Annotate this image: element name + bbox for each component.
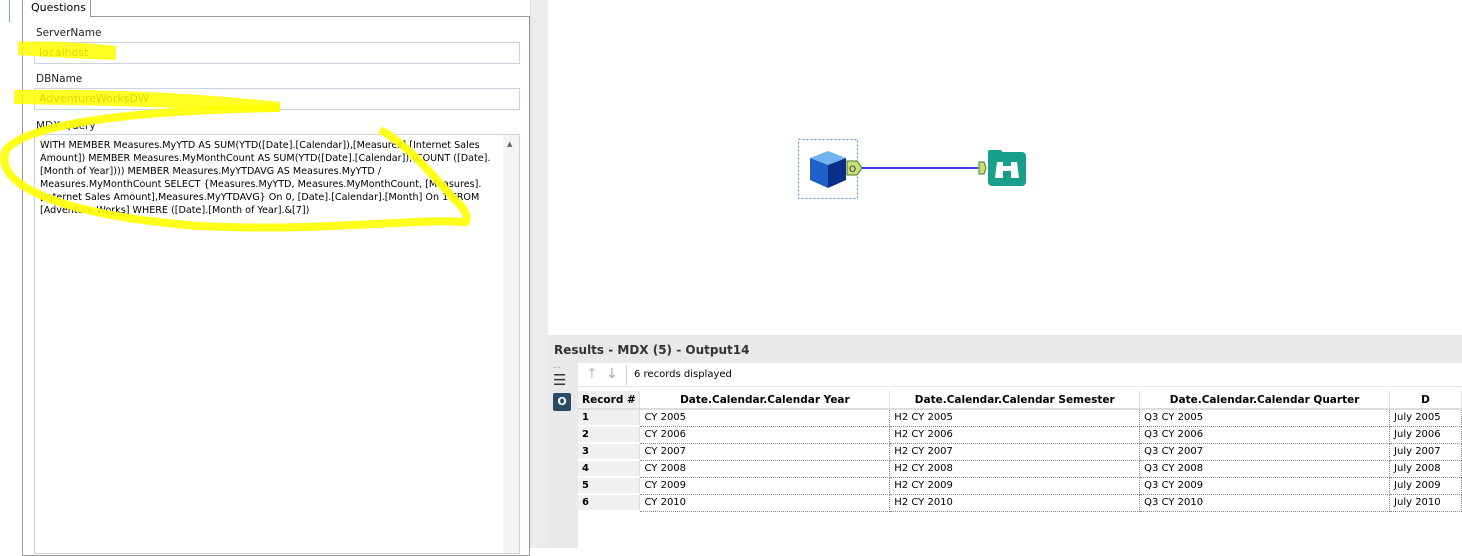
table-row[interactable]: 2 CY 2006 H2 CY 2006 Q3 CY 2006 July 2006 — [578, 426, 1462, 444]
table-row[interactable]: 6 CY 2010 H2 CY 2010 Q3 CY 2010 July 2010 — [578, 494, 1462, 512]
table-cell[interactable]: CY 2009 — [639, 477, 891, 495]
mdx-query-textarea[interactable]: WITH MEMBER Measures.MyYTD AS SUM(YTD([D… — [34, 134, 520, 554]
configuration-pane: Questions ServerName localhost DBName Ad… — [0, 0, 546, 556]
column-header[interactable]: Date.Calendar.Calendar Year — [639, 391, 891, 410]
results-title: Results - MDX (5) - Output14 — [554, 343, 750, 357]
db-name-label: DBName — [36, 73, 83, 85]
record-number-cell[interactable]: 4 — [578, 460, 641, 478]
more-dots-icon[interactable]: ... — [553, 362, 573, 370]
scroll-up-icon[interactable]: ▲ — [507, 138, 512, 151]
record-number-cell[interactable]: 3 — [578, 443, 641, 461]
table-cell[interactable]: CY 2006 — [639, 426, 891, 444]
table-row[interactable]: 4 CY 2008 H2 CY 2008 Q3 CY 2008 July 2008 — [578, 460, 1462, 478]
table-cell[interactable]: July 2010 — [1389, 494, 1462, 512]
table-cell[interactable]: July 2006 — [1389, 426, 1462, 444]
output-anchor-select-icon[interactable]: O — [553, 393, 571, 411]
results-table: Record # Date.Calendar.Calendar Year Dat… — [578, 391, 1462, 512]
divider — [9, 0, 10, 22]
record-number-cell[interactable]: 6 — [578, 494, 641, 512]
table-row[interactable]: 3 CY 2007 H2 CY 2007 Q3 CY 2007 July 2007 — [578, 443, 1462, 461]
table-cell[interactable]: CY 2007 — [639, 443, 891, 461]
column-header[interactable]: Record # — [578, 391, 641, 410]
table-row[interactable]: 5 CY 2009 H2 CY 2009 Q3 CY 2009 July 2009 — [578, 477, 1462, 495]
table-cell[interactable]: Q3 CY 2006 — [1139, 426, 1391, 444]
results-window: Results - MDX (5) - Output14 ... ☰ O ↑ ↓… — [548, 335, 1462, 548]
sort-down-arrow-icon[interactable]: ↓ — [606, 366, 618, 382]
records-count: 6 records displayed — [634, 369, 732, 380]
mdx-query-label: MDX Query — [36, 120, 96, 132]
table-cell[interactable]: July 2007 — [1389, 443, 1462, 461]
table-cell[interactable]: H2 CY 2009 — [889, 477, 1141, 495]
table-cell[interactable]: H2 CY 2008 — [889, 460, 1141, 478]
table-row[interactable]: 1 CY 2005 H2 CY 2005 Q3 CY 2005 July 2005 — [578, 409, 1462, 427]
record-number-cell[interactable]: 5 — [578, 477, 641, 495]
table-cell[interactable]: July 2008 — [1389, 460, 1462, 478]
table-cell[interactable]: CY 2005 — [639, 409, 891, 427]
table-cell[interactable]: CY 2008 — [639, 460, 891, 478]
column-header[interactable]: Date.Calendar.Calendar Semester — [889, 391, 1141, 410]
table-cell[interactable]: Q3 CY 2007 — [1139, 443, 1391, 461]
record-number-cell[interactable]: 1 — [578, 409, 641, 427]
textarea-scrollbar[interactable]: ▲ — [503, 135, 519, 553]
list-view-icon[interactable]: ☰ — [553, 373, 573, 388]
table-cell[interactable]: July 2009 — [1389, 477, 1462, 495]
table-header-row: Record # Date.Calendar.Calendar Year Dat… — [578, 391, 1462, 410]
db-name-input[interactable]: AdventureWorksDW — [34, 88, 520, 110]
mdx-query-text: WITH MEMBER Measures.MyYTD AS SUM(YTD([D… — [40, 140, 491, 216]
output-anchor-label: O — [849, 165, 856, 175]
server-name-input[interactable]: localhost — [34, 42, 520, 64]
pane-splitter[interactable] — [530, 0, 548, 548]
table-cell[interactable]: H2 CY 2010 — [889, 494, 1141, 512]
tab-questions[interactable]: Questions — [22, 0, 91, 17]
table-cell[interactable]: H2 CY 2005 — [889, 409, 1141, 427]
results-sidebar: ... ☰ O — [553, 362, 573, 411]
browse-tool-binoculars-icon[interactable] — [988, 150, 1026, 186]
sort-up-arrow-icon[interactable]: ↑ — [586, 366, 598, 382]
table-cell[interactable]: H2 CY 2007 — [889, 443, 1141, 461]
results-grid: ↑ ↓ 6 records displayed Record # Date.Ca… — [578, 363, 1462, 548]
column-header[interactable]: D — [1389, 391, 1462, 410]
table-cell[interactable]: CY 2010 — [639, 494, 891, 512]
table-cell[interactable]: Q3 CY 2008 — [1139, 460, 1391, 478]
table-cell[interactable]: July 2005 — [1389, 409, 1462, 427]
mdx-input-tool-cube-icon[interactable] — [810, 151, 846, 188]
toolbar-divider — [626, 365, 627, 385]
table-cell[interactable]: Q3 CY 2009 — [1139, 477, 1391, 495]
column-header[interactable]: Date.Calendar.Calendar Quarter — [1139, 391, 1391, 410]
server-name-label: ServerName — [36, 27, 102, 39]
workflow-canvas[interactable]: O — [548, 0, 1462, 335]
table-cell[interactable]: H2 CY 2006 — [889, 426, 1141, 444]
input-anchor[interactable] — [978, 161, 987, 175]
table-cell[interactable]: Q3 CY 2005 — [1139, 409, 1391, 427]
table-cell[interactable]: Q3 CY 2010 — [1139, 494, 1391, 512]
record-number-cell[interactable]: 2 — [578, 426, 641, 444]
results-toolbar: ↑ ↓ 6 records displayed — [578, 363, 1462, 387]
